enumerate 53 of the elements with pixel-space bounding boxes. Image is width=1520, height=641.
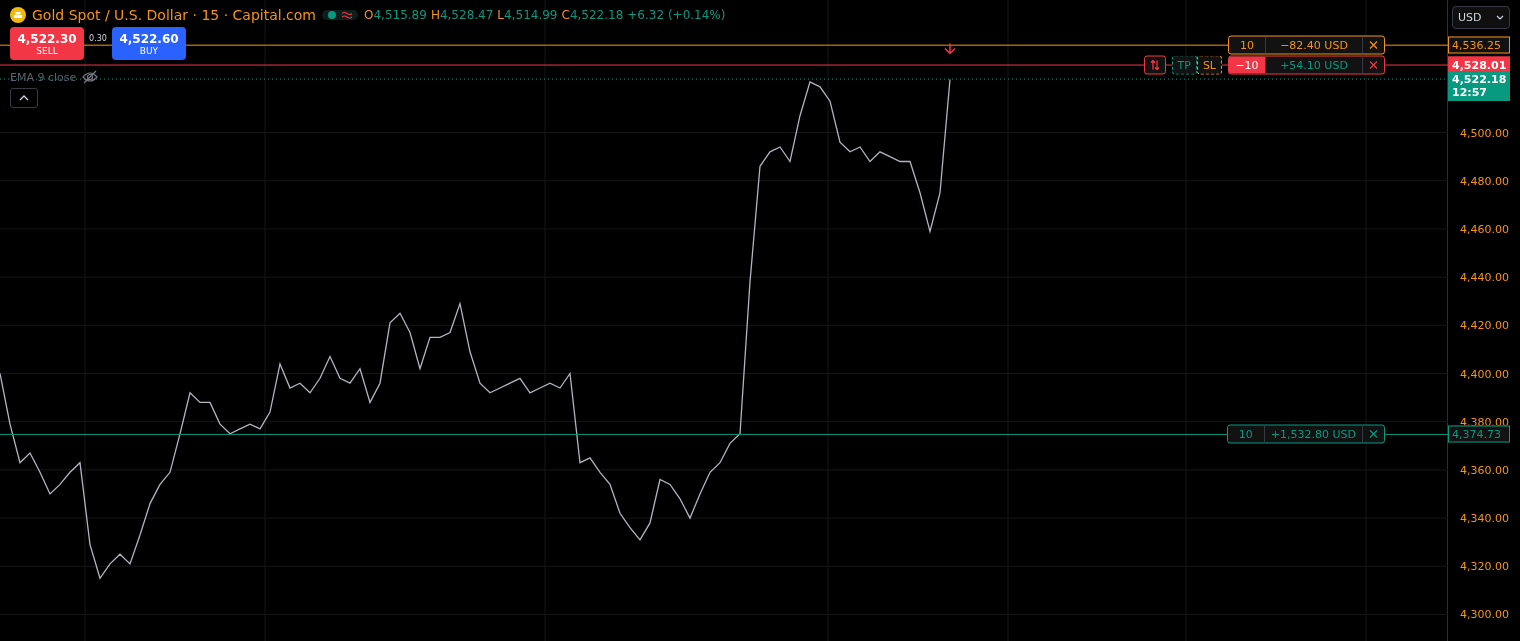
order-pnl: +1,532.80 USD xyxy=(1264,425,1363,443)
order-price-tag: 4,374.73 xyxy=(1448,425,1510,443)
take-profit-button[interactable]: TP xyxy=(1171,55,1197,75)
order-quantity: −10 xyxy=(1229,56,1266,74)
coin-icon xyxy=(10,7,26,23)
order-quantity: 10 xyxy=(1227,425,1265,443)
order-pnl: −82.40 USD xyxy=(1266,36,1363,54)
stop-loss-button[interactable]: SL xyxy=(1196,55,1222,75)
chevron-down-icon xyxy=(1496,15,1504,20)
chevron-icon xyxy=(19,95,29,101)
ohlc-value: 4,514.99 xyxy=(504,8,558,22)
bar-countdown: 12:57 xyxy=(1452,86,1488,100)
ohlc-letter: L xyxy=(497,8,505,22)
price-axis-label: 4,400.00 xyxy=(1460,367,1509,380)
price-change: +6.32 (+0.14%) xyxy=(627,8,726,22)
collapse-legend-button[interactable] xyxy=(10,88,38,108)
last-price: 4,522.18 xyxy=(1452,73,1506,87)
ohlc-letter: C xyxy=(561,8,570,22)
price-axis-label: 4,360.00 xyxy=(1460,463,1509,477)
price-axis-label: 4,480.00 xyxy=(1460,174,1509,188)
price-axis-label: 4,300.00 xyxy=(1460,608,1509,621)
price-axis-label: 4,460.00 xyxy=(1460,222,1509,236)
order-label[interactable]: 10 +1,532.80 USD xyxy=(1226,424,1385,444)
ohlc-value: 4,515.89 xyxy=(373,8,427,22)
sell-button[interactable]: 4,522.30 SELL xyxy=(10,27,84,60)
wave-icon xyxy=(342,11,352,19)
order-label[interactable]: −10 +54.10 USD xyxy=(1228,55,1385,75)
price-axis-label: 4,320.00 xyxy=(1460,559,1509,573)
price-axis-label: 4,500.00 xyxy=(1460,126,1509,140)
ohlc-value: 4,522.18 xyxy=(569,8,624,22)
ohlc-value: 4,528.47 xyxy=(439,8,494,22)
price-axis-label: 4,440.00 xyxy=(1460,270,1509,284)
order-quantity: 10 xyxy=(1229,36,1266,54)
ohlc-letter: O xyxy=(364,8,374,22)
price-axis-label: 4,340.00 xyxy=(1460,511,1509,525)
arrow-down-icon xyxy=(944,42,956,55)
close-icon xyxy=(1369,429,1378,439)
up-down-arrows-icon xyxy=(1149,59,1160,71)
eye-off-icon[interactable] xyxy=(82,70,99,84)
close-icon xyxy=(1369,40,1378,50)
reverse-position-button[interactable] xyxy=(1143,55,1166,75)
order-label[interactable]: 10 −82.40 USD xyxy=(1228,35,1385,55)
market-status-badge[interactable] xyxy=(322,10,358,20)
currency-select[interactable]: USD xyxy=(1452,6,1510,29)
ohlc-letter: H xyxy=(430,8,440,22)
indicator-label[interactable]: EMA 9 close xyxy=(10,70,77,84)
symbol-title: Gold Spot / U.S. Dollar · 15 · Capital.com xyxy=(32,7,316,23)
close-icon xyxy=(1369,60,1378,70)
price-axis-label: 4,420.00 xyxy=(1460,318,1509,332)
buy-button[interactable]: 4,522.60 BUY xyxy=(112,27,186,60)
status-dot-icon xyxy=(328,11,336,19)
order-price-tag: 4,536.25 xyxy=(1448,36,1510,54)
order-pnl: +54.10 USD xyxy=(1266,56,1363,74)
